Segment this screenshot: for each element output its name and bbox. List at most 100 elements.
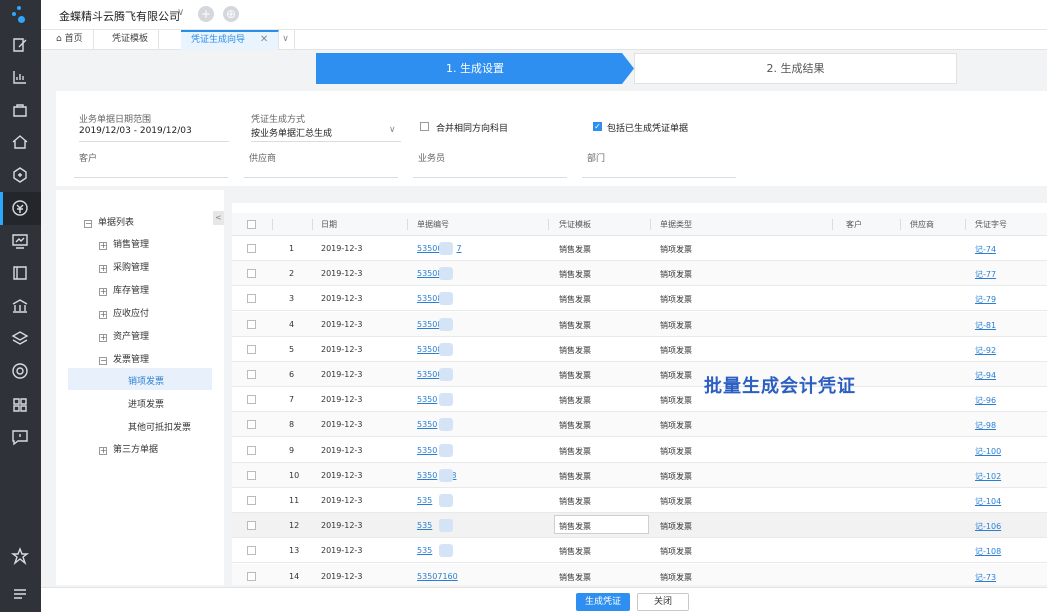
generate-voucher-button[interactable]: 生成凭证 (576, 593, 630, 611)
step-generate-result[interactable]: 2. 生成结果 (634, 53, 957, 84)
customer-field[interactable] (74, 177, 228, 178)
tab-more-chevron-icon[interactable]: ∨ (277, 30, 295, 50)
tree-item-receivable[interactable]: + 应收应付 (99, 306, 149, 319)
row-checkbox[interactable] (247, 546, 256, 556)
table-row[interactable]: 1 2019-12-3 53500 7 销售发票 销项发票 记-74 (232, 236, 1047, 261)
app-logo-icon[interactable] (12, 6, 28, 23)
table-row[interactable]: 6 2019-12-3 53500 销售发票 销项发票 记-94 (232, 362, 1047, 387)
table-row[interactable]: 132019-12-35355销售发票销项发票记-108 (232, 538, 1047, 564)
row-checkbox[interactable] (247, 445, 256, 455)
row-checkbox[interactable] (247, 344, 256, 354)
star-icon[interactable] (10, 547, 30, 566)
ledger-icon[interactable] (11, 264, 29, 282)
row-voucher-link[interactable]: 记-100 (975, 446, 1001, 457)
row-voucher-link[interactable]: 记-81 (975, 320, 996, 331)
layers-icon[interactable] (11, 329, 29, 347)
row-voucher-link[interactable]: 记-77 (975, 269, 996, 280)
row-checkbox[interactable] (247, 244, 256, 253)
row-voucher-link[interactable]: 记-94 (975, 370, 996, 381)
row-voucher-link[interactable]: 记-92 (975, 345, 996, 356)
settings-hex-icon[interactable] (11, 166, 29, 184)
table-row[interactable]: 4 2019-12-3 53508 销售发票 销项发票 记-81 (232, 311, 1047, 337)
monitor-chart-icon[interactable] (11, 232, 29, 250)
col-type[interactable]: 单据类型 (660, 219, 692, 230)
col-code[interactable]: 单据编号 (417, 219, 449, 230)
method-select[interactable]: 按业务单据汇总生成 (251, 126, 332, 139)
more-apps-icon[interactable]: ⊕ (223, 6, 239, 22)
row-checkbox[interactable] (247, 294, 256, 304)
tree-item-purchase[interactable]: + 采购管理 (99, 260, 149, 273)
row-voucher-link[interactable]: 记-74 (975, 244, 996, 255)
table-row[interactable]: 3 2019-12-3 53508 销售发票 销项发票 记-79 (232, 286, 1047, 312)
table-row[interactable]: 7 2019-12-3 5350 销售发票 销项发票 记-96 (232, 387, 1047, 413)
supplier-field[interactable] (244, 177, 398, 178)
menu-icon[interactable] (11, 585, 29, 603)
table-row[interactable]: 122019-12-35356销售发票销项发票记-106 (232, 513, 1047, 539)
edit-icon[interactable] (11, 36, 29, 54)
col-supplier[interactable]: 供应商 (910, 219, 934, 230)
tree-item-third-party[interactable]: + 第三方单据 (99, 442, 158, 455)
finance-icon[interactable] (11, 199, 29, 217)
apps-icon[interactable] (11, 396, 29, 414)
merge-checkbox[interactable] (420, 122, 429, 131)
row-checkbox[interactable] (247, 420, 256, 430)
row-voucher-link[interactable]: 记-108 (975, 546, 1001, 557)
company-dropdown-chevron-icon[interactable]: ∨ (177, 7, 184, 18)
col-date[interactable]: 日期 (321, 219, 337, 230)
collapse-tree-button[interactable]: < (213, 211, 224, 225)
table-row[interactable]: 8 2019-12-3 5350 销售发票 销项发票 记-98 (232, 412, 1047, 438)
row-voucher-link[interactable]: 记-102 (975, 471, 1001, 482)
row-voucher-link[interactable]: 记-106 (975, 521, 1001, 532)
row-checkbox[interactable] (247, 395, 256, 405)
tab-voucher-wizard[interactable]: 凭证生成向导 ✕ (181, 30, 280, 50)
tree-item-invoice[interactable]: − 发票管理 (99, 352, 149, 365)
close-icon[interactable]: ✕ (260, 34, 268, 45)
row-voucher-link[interactable]: 记-79 (975, 294, 996, 305)
row-checkbox[interactable] (247, 319, 256, 329)
row-checkbox[interactable] (247, 571, 256, 581)
bank-icon[interactable] (11, 297, 29, 315)
row-checkbox[interactable] (247, 521, 256, 531)
message-icon[interactable] (11, 428, 29, 446)
row-checkbox[interactable] (247, 269, 256, 279)
col-customer[interactable]: 客户 (846, 219, 862, 230)
tree-root[interactable]: − 单据列表 (84, 215, 134, 228)
table-row[interactable]: 10 2019-12-3 5350 8 销售发票 销项发票 记-102 (232, 462, 1047, 488)
tree-item-other-invoice[interactable]: 其他可抵扣发票 (128, 420, 191, 433)
salesman-field[interactable] (413, 177, 567, 178)
department-field[interactable] (582, 177, 736, 178)
step-generate-settings[interactable]: 1. 生成设置 (316, 53, 634, 84)
table-row[interactable]: 9 2019-12-3 5350 销售发票 销项发票 记-100 (232, 438, 1047, 463)
row-code-link[interactable]: 53507160 (417, 572, 472, 581)
tree-item-output-invoice[interactable]: 销项发票 (128, 374, 164, 387)
table-row[interactable]: 5 2019-12-3 53508 销售发票 销项发票 记-92 (232, 337, 1047, 362)
col-template[interactable]: 凭证模板 (559, 219, 591, 230)
bag-icon[interactable] (11, 101, 29, 119)
chevron-down-icon[interactable]: ∨ (389, 125, 396, 135)
col-voucher[interactable]: 凭证字号 (975, 219, 1007, 230)
gear-icon[interactable] (11, 362, 29, 380)
row-voucher-link[interactable]: 记-104 (975, 496, 1001, 507)
select-all-checkbox[interactable] (247, 220, 256, 229)
row-checkbox[interactable] (247, 470, 256, 480)
row-voucher-link[interactable]: 记-96 (975, 395, 996, 406)
add-icon[interactable]: + (198, 6, 214, 22)
row-checkbox[interactable] (247, 496, 256, 505)
home-icon[interactable] (11, 133, 29, 151)
tab-voucher-template[interactable]: 凭证模板 (102, 30, 160, 50)
tree-item-sales[interactable]: + 销售管理 (99, 237, 149, 250)
row-checkbox[interactable] (247, 370, 256, 379)
tree-item-input-invoice[interactable]: 进项发票 (128, 397, 164, 410)
date-range-field[interactable]: 2019/12/03 - 2019/12/03 (79, 126, 192, 136)
row-voucher-link[interactable]: 记-73 (975, 572, 996, 583)
tab-home[interactable]: ⌂ 首页 (46, 30, 94, 50)
table-row[interactable]: 2 2019-12-3 53508 销售发票 销项发票 记-77 (232, 261, 1047, 287)
tree-item-inventory[interactable]: + 库存管理 (99, 283, 149, 296)
row-voucher-link[interactable]: 记-98 (975, 420, 996, 431)
close-button[interactable]: 关闭 (637, 593, 689, 611)
company-name[interactable]: 金蝶精斗云腾飞有限公司 (59, 8, 180, 24)
tree-item-assets[interactable]: + 资产管理 (99, 329, 149, 342)
table-row[interactable]: 112019-12-35357销售发票销项发票记-104 (232, 488, 1047, 513)
report-icon[interactable] (11, 68, 29, 86)
include-generated-checkbox[interactable]: ✓ (593, 122, 602, 131)
